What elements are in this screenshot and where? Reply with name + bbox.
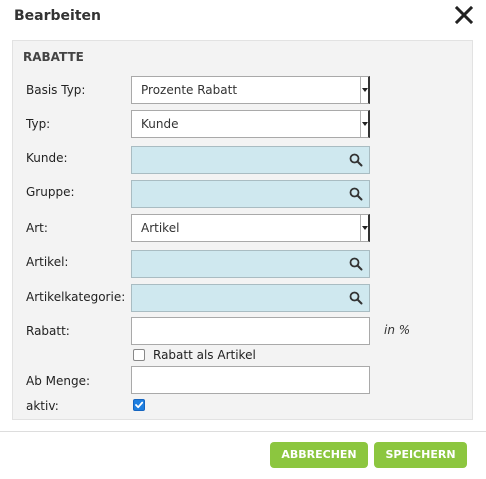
section-title: RABATTE <box>23 50 84 64</box>
gruppe-search-input[interactable] <box>131 180 370 208</box>
search-icon[interactable] <box>349 153 363 167</box>
artikelkategorie-label: Artikelkategorie: <box>26 290 126 304</box>
rabatt-label: Rabatt: <box>26 324 70 338</box>
search-icon[interactable] <box>349 257 363 271</box>
aktiv-checkbox[interactable] <box>133 399 145 411</box>
rabatt-unit: in % <box>384 323 411 337</box>
dialog-header: Bearbeiten <box>0 0 486 34</box>
chevron-down-icon <box>360 77 368 103</box>
rabatt-als-artikel-label: Rabatt als Artikel <box>153 348 256 362</box>
typ-label: Typ: <box>26 117 51 131</box>
aktiv-label: aktiv: <box>26 399 59 413</box>
artikelkategorie-search-input[interactable] <box>131 284 370 312</box>
search-icon[interactable] <box>349 291 363 305</box>
basis-typ-label: Basis Typ: <box>26 83 86 97</box>
checkmark-icon <box>135 401 144 409</box>
rabatt-als-artikel-checkbox[interactable] <box>133 349 145 361</box>
basis-typ-select[interactable]: Prozente Rabatt <box>131 76 370 104</box>
typ-select[interactable]: Kunde <box>131 110 370 138</box>
art-select[interactable]: Artikel <box>131 214 370 242</box>
ab-menge-label: Ab Menge: <box>26 374 91 388</box>
art-value: Artikel <box>141 221 180 235</box>
dialog-title: Bearbeiten <box>14 8 101 24</box>
rabatte-panel: RABATTE Basis Typ: Prozente Rabatt Typ: … <box>12 40 473 420</box>
cancel-button[interactable]: ABBRECHEN <box>270 442 368 468</box>
artikel-label: Artikel: <box>26 255 69 269</box>
rabatt-input[interactable] <box>131 317 370 345</box>
chevron-down-icon <box>360 111 368 137</box>
save-button[interactable]: SPEICHERN <box>374 442 467 468</box>
kunde-label: Kunde: <box>26 151 68 165</box>
art-label: Art: <box>26 221 48 235</box>
ab-menge-input[interactable] <box>131 366 370 394</box>
artikel-search-input[interactable] <box>131 250 370 278</box>
chevron-down-icon <box>360 215 368 241</box>
typ-value: Kunde <box>141 117 179 131</box>
close-icon[interactable] <box>453 4 475 26</box>
footer-divider <box>0 431 486 432</box>
search-icon[interactable] <box>349 187 363 201</box>
basis-typ-value: Prozente Rabatt <box>141 83 238 97</box>
edit-dialog: Bearbeiten RABATTE Basis Typ: Prozente R… <box>0 0 486 479</box>
kunde-search-input[interactable] <box>131 146 370 174</box>
gruppe-label: Gruppe: <box>26 185 75 199</box>
